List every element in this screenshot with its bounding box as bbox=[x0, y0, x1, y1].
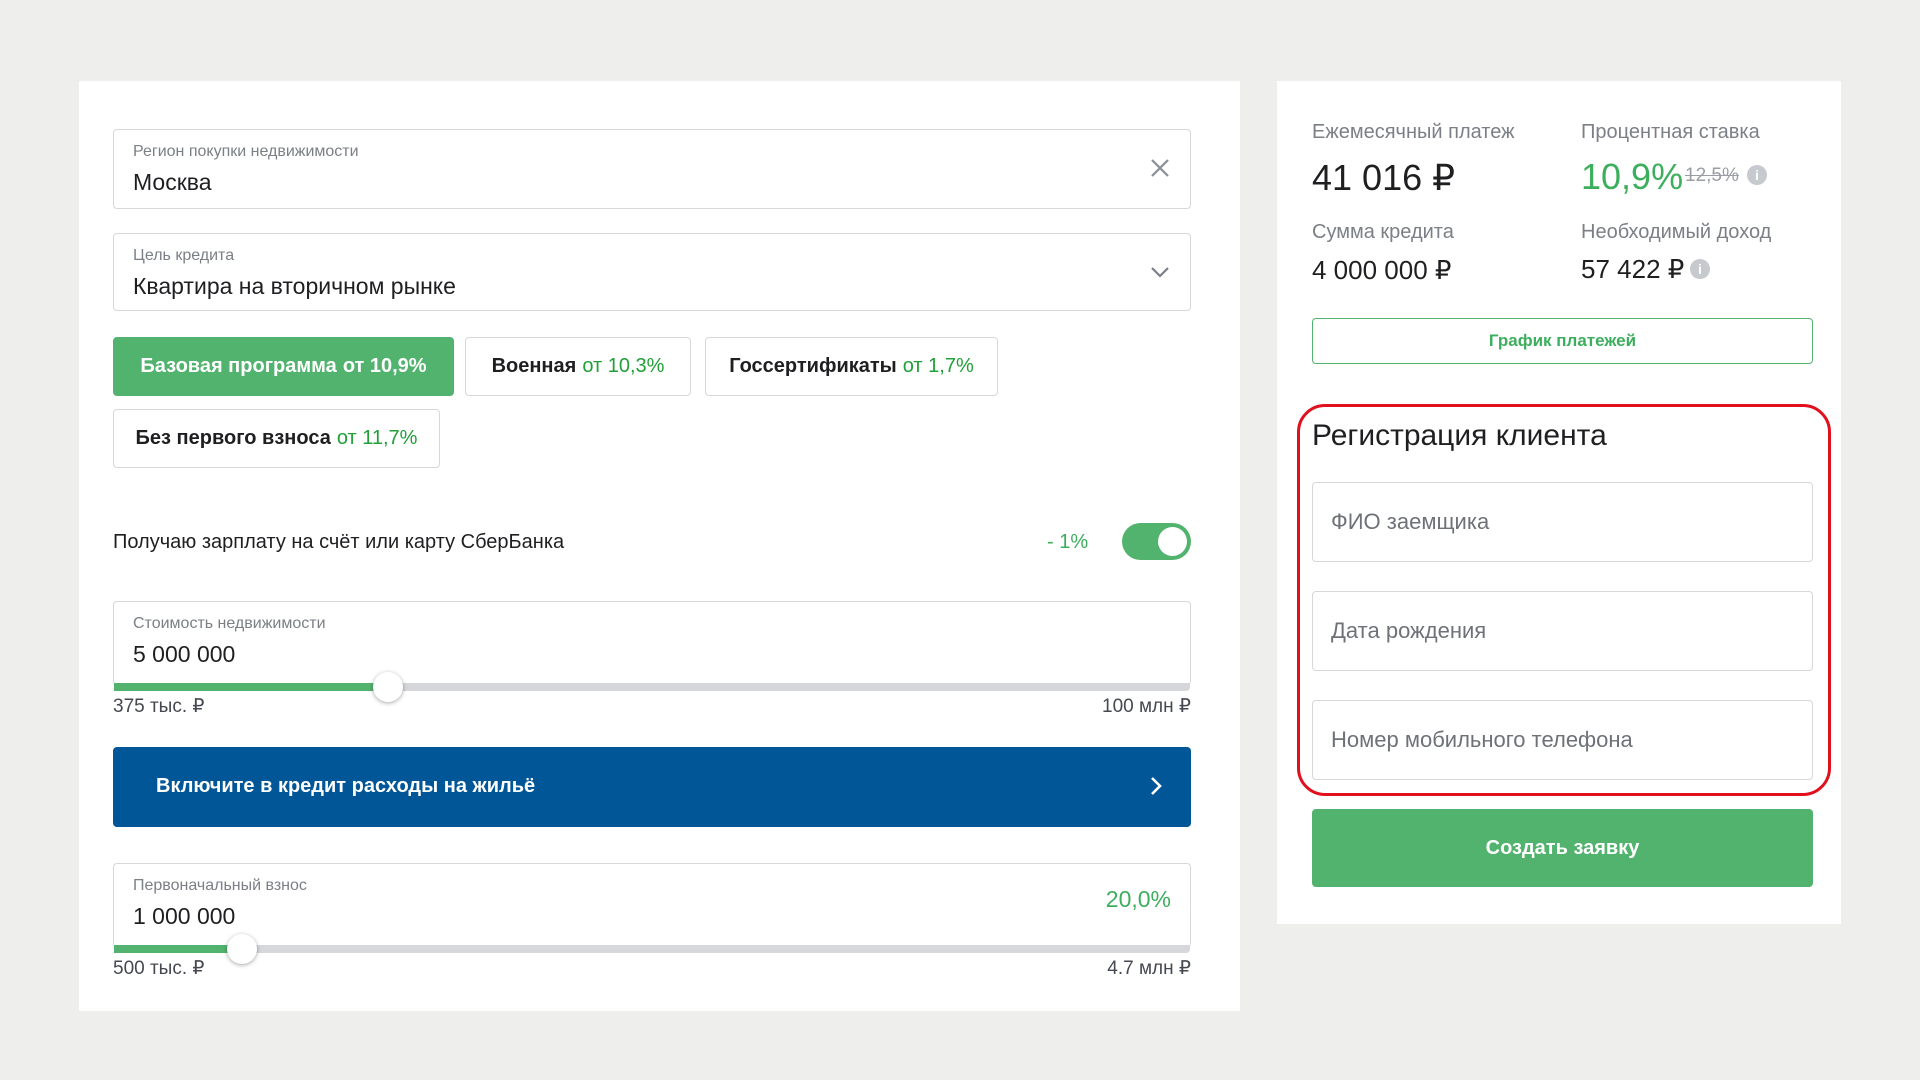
interest-rate-label: Процентная ставка bbox=[1581, 121, 1760, 143]
loan-purpose-select[interactable]: Цель кредита Квартира на вторичном рынке bbox=[113, 233, 1191, 311]
loan-amount-label: Сумма кредита bbox=[1312, 221, 1454, 243]
program-chip-certificates[interactable]: Госсертификаты от 1,7% bbox=[705, 337, 998, 396]
salary-toggle-label: Получаю зарплату на счёт или карту СберБ… bbox=[113, 531, 565, 553]
program-chip-name: Госсертификаты bbox=[729, 355, 897, 377]
monthly-payment-label: Ежемесячный платеж bbox=[1312, 121, 1515, 143]
salary-toggle[interactable] bbox=[1122, 523, 1191, 560]
program-chip-rate: от 10,9% bbox=[342, 355, 427, 377]
interest-rate-old-value: 12,5% bbox=[1685, 165, 1739, 186]
region-field-label: Регион покупки недвижимости bbox=[133, 143, 359, 160]
promo-banner[interactable]: Включите в кредит расходы на жильё bbox=[113, 747, 1191, 827]
property-cost-field[interactable]: Стоимость недвижимости 5 000 000 bbox=[113, 601, 1191, 702]
interest-rate-value: 10,9% bbox=[1581, 156, 1684, 197]
slider-thumb[interactable] bbox=[227, 934, 258, 964]
chevron-right-icon bbox=[1146, 771, 1166, 806]
down-payment-max: 4.7 млн ₽ bbox=[1107, 958, 1191, 979]
program-chip-military[interactable]: Военная от 10,3% bbox=[465, 337, 691, 396]
toggle-knob bbox=[1158, 527, 1187, 556]
required-income-value: 57 422 ₽ bbox=[1581, 254, 1685, 284]
create-application-button[interactable]: Создать заявку bbox=[1312, 809, 1813, 887]
promo-text: Включите в кредит расходы на жильё bbox=[156, 775, 536, 797]
down-payment-min: 500 тыс. ₽ bbox=[113, 958, 205, 979]
borrower-name-input[interactable] bbox=[1312, 482, 1813, 562]
down-payment-percent: 20,0% bbox=[1105, 886, 1171, 912]
program-chip-rate: от 10,3% bbox=[582, 355, 665, 377]
payment-schedule-button[interactable]: График платежей bbox=[1312, 318, 1813, 364]
region-field[interactable]: Регион покупки недвижимости Москва bbox=[113, 129, 1191, 209]
slider-fill bbox=[114, 945, 243, 953]
info-icon[interactable]: i bbox=[1747, 165, 1767, 185]
property-cost-value: 5 000 000 bbox=[133, 641, 236, 667]
close-icon[interactable] bbox=[1148, 156, 1172, 185]
program-chip-rate: от 1,7% bbox=[902, 355, 974, 377]
slider-thumb[interactable] bbox=[373, 672, 404, 702]
loan-amount-value: 4 000 000 ₽ bbox=[1312, 255, 1452, 285]
salary-discount: - 1% bbox=[1047, 531, 1089, 553]
down-payment-field[interactable]: Первоначальный взнос 1 000 000 20,0% bbox=[113, 863, 1191, 964]
chevron-down-icon[interactable] bbox=[1148, 262, 1172, 287]
down-payment-label: Первоначальный взнос bbox=[133, 877, 307, 894]
phone-input[interactable] bbox=[1312, 700, 1813, 780]
loan-purpose-value: Квартира на вторичном рынке bbox=[133, 273, 456, 299]
program-chip-name: Без первого взноса bbox=[135, 427, 331, 449]
property-cost-label: Стоимость недвижимости bbox=[133, 615, 326, 632]
slider-fill bbox=[114, 683, 389, 691]
results-panel: Ежемесячный платеж 41 016 ₽ Процентная с… bbox=[1277, 81, 1841, 924]
property-cost-slider[interactable] bbox=[114, 672, 1190, 702]
registration-title: Регистрация клиента bbox=[1312, 419, 1607, 452]
mortgage-calculator-panel: Регион покупки недвижимости Москва Цель … bbox=[79, 81, 1240, 1011]
info-icon[interactable]: i bbox=[1690, 259, 1710, 279]
program-chip-name: Военная bbox=[491, 355, 577, 377]
program-chip-name: Базовая программа bbox=[140, 355, 337, 377]
down-payment-slider[interactable] bbox=[114, 934, 1190, 964]
program-chip-rate: от 11,7% bbox=[336, 427, 418, 449]
monthly-payment-value: 41 016 ₽ bbox=[1312, 157, 1456, 198]
property-cost-max: 100 млн ₽ bbox=[1102, 696, 1191, 717]
program-chip-base[interactable]: Базовая программа от 10,9% bbox=[113, 337, 454, 396]
loan-purpose-label: Цель кредита bbox=[133, 247, 235, 264]
birth-date-input[interactable] bbox=[1312, 591, 1813, 671]
property-cost-min: 375 тыс. ₽ bbox=[113, 696, 205, 717]
down-payment-value: 1 000 000 bbox=[133, 903, 236, 929]
program-chip-no-down-payment[interactable]: Без первого взноса от 11,7% bbox=[113, 409, 440, 468]
region-field-value: Москва bbox=[133, 169, 212, 195]
required-income-label: Необходимый доход bbox=[1581, 221, 1772, 243]
